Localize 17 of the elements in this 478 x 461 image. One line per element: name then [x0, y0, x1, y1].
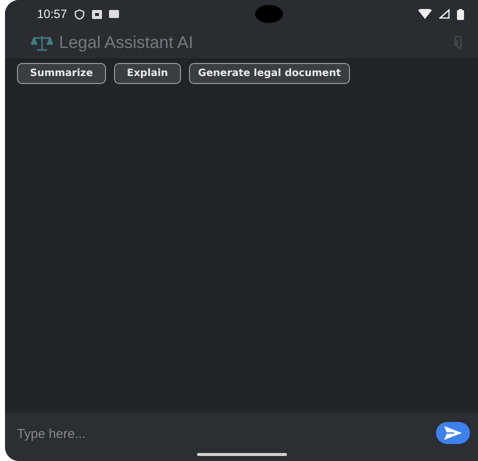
message-input-field[interactable]: Type here... — [5, 413, 478, 453]
home-indicator[interactable] — [196, 453, 286, 456]
action-chip[interactable]: Generate legal document — [189, 63, 350, 84]
camera-hole-icon — [254, 5, 283, 23]
send-icon — [444, 426, 462, 440]
shield-icon — [74, 8, 86, 20]
battery-icon — [457, 8, 464, 20]
action-chip[interactable]: Explain — [114, 63, 182, 84]
wifi-icon — [418, 9, 432, 19]
signal-icon — [439, 9, 450, 19]
notification-icon — [92, 10, 102, 18]
scales-icon — [31, 35, 53, 51]
action-chip[interactable]: Summarize — [17, 63, 106, 84]
send-button[interactable] — [436, 422, 470, 444]
paperclip-icon[interactable] — [454, 36, 464, 50]
app-title: Legal Assistant AI — [59, 33, 194, 53]
status-time: 10:57 — [37, 7, 68, 21]
